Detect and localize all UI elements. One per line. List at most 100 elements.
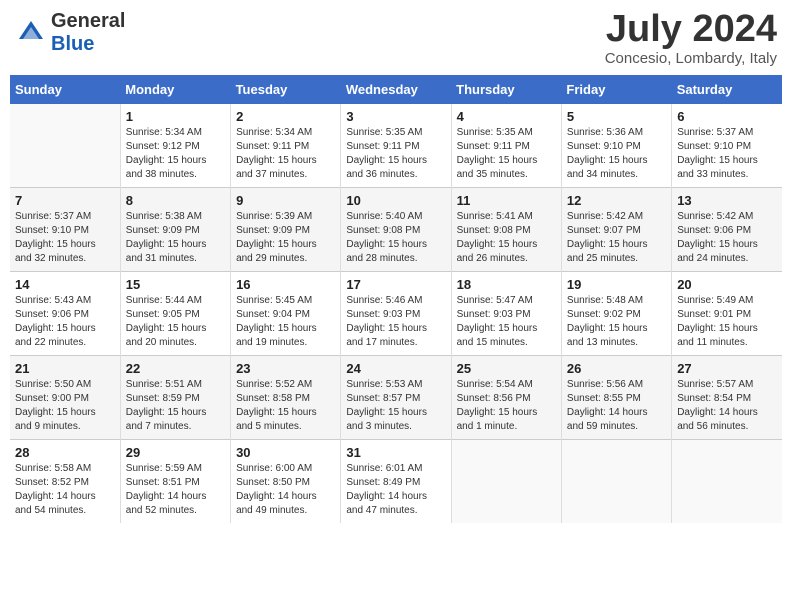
day-number: 18 [457,277,556,292]
weekday-header-wednesday: Wednesday [341,75,451,104]
day-info: Sunrise: 5:34 AM Sunset: 9:12 PM Dayligh… [126,126,225,182]
day-info: Sunrise: 5:50 AM Sunset: 9:00 PM Dayligh… [15,378,115,434]
day-number: 13 [677,193,777,208]
day-info: Sunrise: 5:57 AM Sunset: 8:54 PM Dayligh… [677,378,777,434]
calendar-cell: 2 Sunrise: 5:34 AM Sunset: 9:11 PM Daylig… [231,104,341,188]
calendar-table: SundayMondayTuesdayWednesdayThursdayFrid… [10,75,782,523]
day-info: Sunrise: 5:52 AM Sunset: 8:58 PM Dayligh… [236,378,335,434]
calendar-cell: 4 Sunrise: 5:35 AM Sunset: 9:11 PM Daylig… [451,104,561,188]
day-info: Sunrise: 5:38 AM Sunset: 9:09 PM Dayligh… [126,210,225,266]
calendar-cell: 15 Sunrise: 5:44 AM Sunset: 9:05 PM Dayli… [120,272,230,356]
day-info: Sunrise: 5:41 AM Sunset: 9:08 PM Dayligh… [457,210,556,266]
day-info: Sunrise: 5:35 AM Sunset: 9:11 PM Dayligh… [346,126,445,182]
day-number: 2 [236,109,335,124]
day-info: Sunrise: 5:42 AM Sunset: 9:06 PM Dayligh… [677,210,777,266]
month-title: July 2024 [605,10,777,48]
week-row-3: 14Sunrise: 5:43 AM Sunset: 9:06 PM Dayli… [10,272,782,356]
calendar-cell: 16Sunrise: 5:45 AM Sunset: 9:04 PM Dayli… [231,272,341,356]
day-info: Sunrise: 5:56 AM Sunset: 8:55 PM Dayligh… [567,378,666,434]
calendar-cell: 10 Sunrise: 5:40 AM Sunset: 9:08 PM Dayli… [341,188,451,272]
day-number: 11 [457,193,556,208]
calendar-cell: 24Sunrise: 5:53 AM Sunset: 8:57 PM Dayli… [341,356,451,440]
week-row-5: 28 Sunrise: 5:58 AM Sunset: 8:52 PM Dayli… [10,440,782,524]
day-info: Sunrise: 5:40 AM Sunset: 9:08 PM Dayligh… [346,210,445,266]
day-number: 24 [346,361,445,376]
day-info: Sunrise: 5:36 AM Sunset: 9:10 PM Dayligh… [567,126,666,182]
calendar-cell: 18Sunrise: 5:47 AM Sunset: 9:03 PM Dayli… [451,272,561,356]
weekday-header-monday: Monday [120,75,230,104]
day-number: 22 [126,361,225,376]
day-info: Sunrise: 5:46 AM Sunset: 9:03 PM Dayligh… [346,294,445,350]
weekday-header-saturday: Saturday [672,75,782,104]
calendar-cell: 14Sunrise: 5:43 AM Sunset: 9:06 PM Dayli… [10,272,120,356]
location: Concesio, Lombardy, Italy [605,50,777,67]
calendar-cell: 27Sunrise: 5:57 AM Sunset: 8:54 PM Dayli… [672,356,782,440]
day-info: Sunrise: 5:59 AM Sunset: 8:51 PM Dayligh… [126,462,225,518]
calendar-cell: 5 Sunrise: 5:36 AM Sunset: 9:10 PM Daylig… [561,104,671,188]
week-row-2: 7 Sunrise: 5:37 AM Sunset: 9:10 PM Daylig… [10,188,782,272]
day-number: 26 [567,361,666,376]
weekday-header-thursday: Thursday [451,75,561,104]
calendar-cell: 6 Sunrise: 5:37 AM Sunset: 9:10 PM Daylig… [672,104,782,188]
day-number: 19 [567,277,666,292]
calendar-cell: 23 Sunrise: 5:52 AM Sunset: 8:58 PM Dayli… [231,356,341,440]
day-info: Sunrise: 6:00 AM Sunset: 8:50 PM Dayligh… [236,462,335,518]
weekday-header-sunday: Sunday [10,75,120,104]
day-number: 30 [236,445,335,460]
day-info: Sunrise: 5:54 AM Sunset: 8:56 PM Dayligh… [457,378,556,434]
day-info: Sunrise: 5:42 AM Sunset: 9:07 PM Dayligh… [567,210,666,266]
day-number: 15 [126,277,225,292]
weekday-header-row: SundayMondayTuesdayWednesdayThursdayFrid… [10,75,782,104]
day-info: Sunrise: 5:43 AM Sunset: 9:06 PM Dayligh… [15,294,115,350]
calendar-cell: 30 Sunrise: 6:00 AM Sunset: 8:50 PM Dayli… [231,440,341,524]
calendar-cell: 17 Sunrise: 5:46 AM Sunset: 9:03 PM Dayli… [341,272,451,356]
calendar-cell: 26 Sunrise: 5:56 AM Sunset: 8:55 PM Dayli… [561,356,671,440]
day-number: 7 [15,193,115,208]
day-number: 12 [567,193,666,208]
calendar-cell: 11 Sunrise: 5:41 AM Sunset: 9:08 PM Dayli… [451,188,561,272]
calendar-body: 1 Sunrise: 5:34 AM Sunset: 9:12 PM Daylig… [10,104,782,523]
day-number: 1 [126,109,225,124]
day-info: Sunrise: 5:35 AM Sunset: 9:11 PM Dayligh… [457,126,556,182]
title-block: July 2024 Concesio, Lombardy, Italy [605,10,777,67]
calendar-cell: 29Sunrise: 5:59 AM Sunset: 8:51 PM Dayli… [120,440,230,524]
calendar-cell: 8Sunrise: 5:38 AM Sunset: 9:09 PM Daylig… [120,188,230,272]
day-number: 20 [677,277,777,292]
calendar-cell: 19 Sunrise: 5:48 AM Sunset: 9:02 PM Dayli… [561,272,671,356]
day-info: Sunrise: 5:45 AM Sunset: 9:04 PM Dayligh… [236,294,335,350]
day-info: Sunrise: 5:48 AM Sunset: 9:02 PM Dayligh… [567,294,666,350]
day-number: 21 [15,361,115,376]
calendar-cell: 12 Sunrise: 5:42 AM Sunset: 9:07 PM Dayli… [561,188,671,272]
page-header: General Blue July 2024 Concesio, Lombard… [10,10,782,67]
day-info: Sunrise: 6:01 AM Sunset: 8:49 PM Dayligh… [346,462,445,518]
day-number: 17 [346,277,445,292]
weekday-header-tuesday: Tuesday [231,75,341,104]
calendar-cell: 20 Sunrise: 5:49 AM Sunset: 9:01 PM Dayli… [672,272,782,356]
calendar-cell: 13 Sunrise: 5:42 AM Sunset: 9:06 PM Dayli… [672,188,782,272]
calendar-cell: 3Sunrise: 5:35 AM Sunset: 9:11 PM Daylig… [341,104,451,188]
day-number: 28 [15,445,115,460]
day-info: Sunrise: 5:34 AM Sunset: 9:11 PM Dayligh… [236,126,335,182]
day-info: Sunrise: 5:58 AM Sunset: 8:52 PM Dayligh… [15,462,115,518]
day-number: 25 [457,361,556,376]
week-row-4: 21 Sunrise: 5:50 AM Sunset: 9:00 PM Dayli… [10,356,782,440]
day-number: 4 [457,109,556,124]
calendar-cell: 21 Sunrise: 5:50 AM Sunset: 9:00 PM Dayli… [10,356,120,440]
day-number: 10 [346,193,445,208]
day-info: Sunrise: 5:37 AM Sunset: 9:10 PM Dayligh… [15,210,115,266]
day-number: 6 [677,109,777,124]
day-number: 9 [236,193,335,208]
day-number: 23 [236,361,335,376]
logo-icon [15,17,47,49]
day-info: Sunrise: 5:39 AM Sunset: 9:09 PM Dayligh… [236,210,335,266]
calendar-cell: 25 Sunrise: 5:54 AM Sunset: 8:56 PM Dayli… [451,356,561,440]
day-info: Sunrise: 5:49 AM Sunset: 9:01 PM Dayligh… [677,294,777,350]
day-info: Sunrise: 5:37 AM Sunset: 9:10 PM Dayligh… [677,126,777,182]
calendar-cell: 9 Sunrise: 5:39 AM Sunset: 9:09 PM Daylig… [231,188,341,272]
calendar-cell: 22Sunrise: 5:51 AM Sunset: 8:59 PM Dayli… [120,356,230,440]
logo-text: General Blue [51,10,125,56]
day-info: Sunrise: 5:44 AM Sunset: 9:05 PM Dayligh… [126,294,225,350]
logo: General Blue [15,10,125,56]
calendar-cell [672,440,782,524]
day-number: 5 [567,109,666,124]
